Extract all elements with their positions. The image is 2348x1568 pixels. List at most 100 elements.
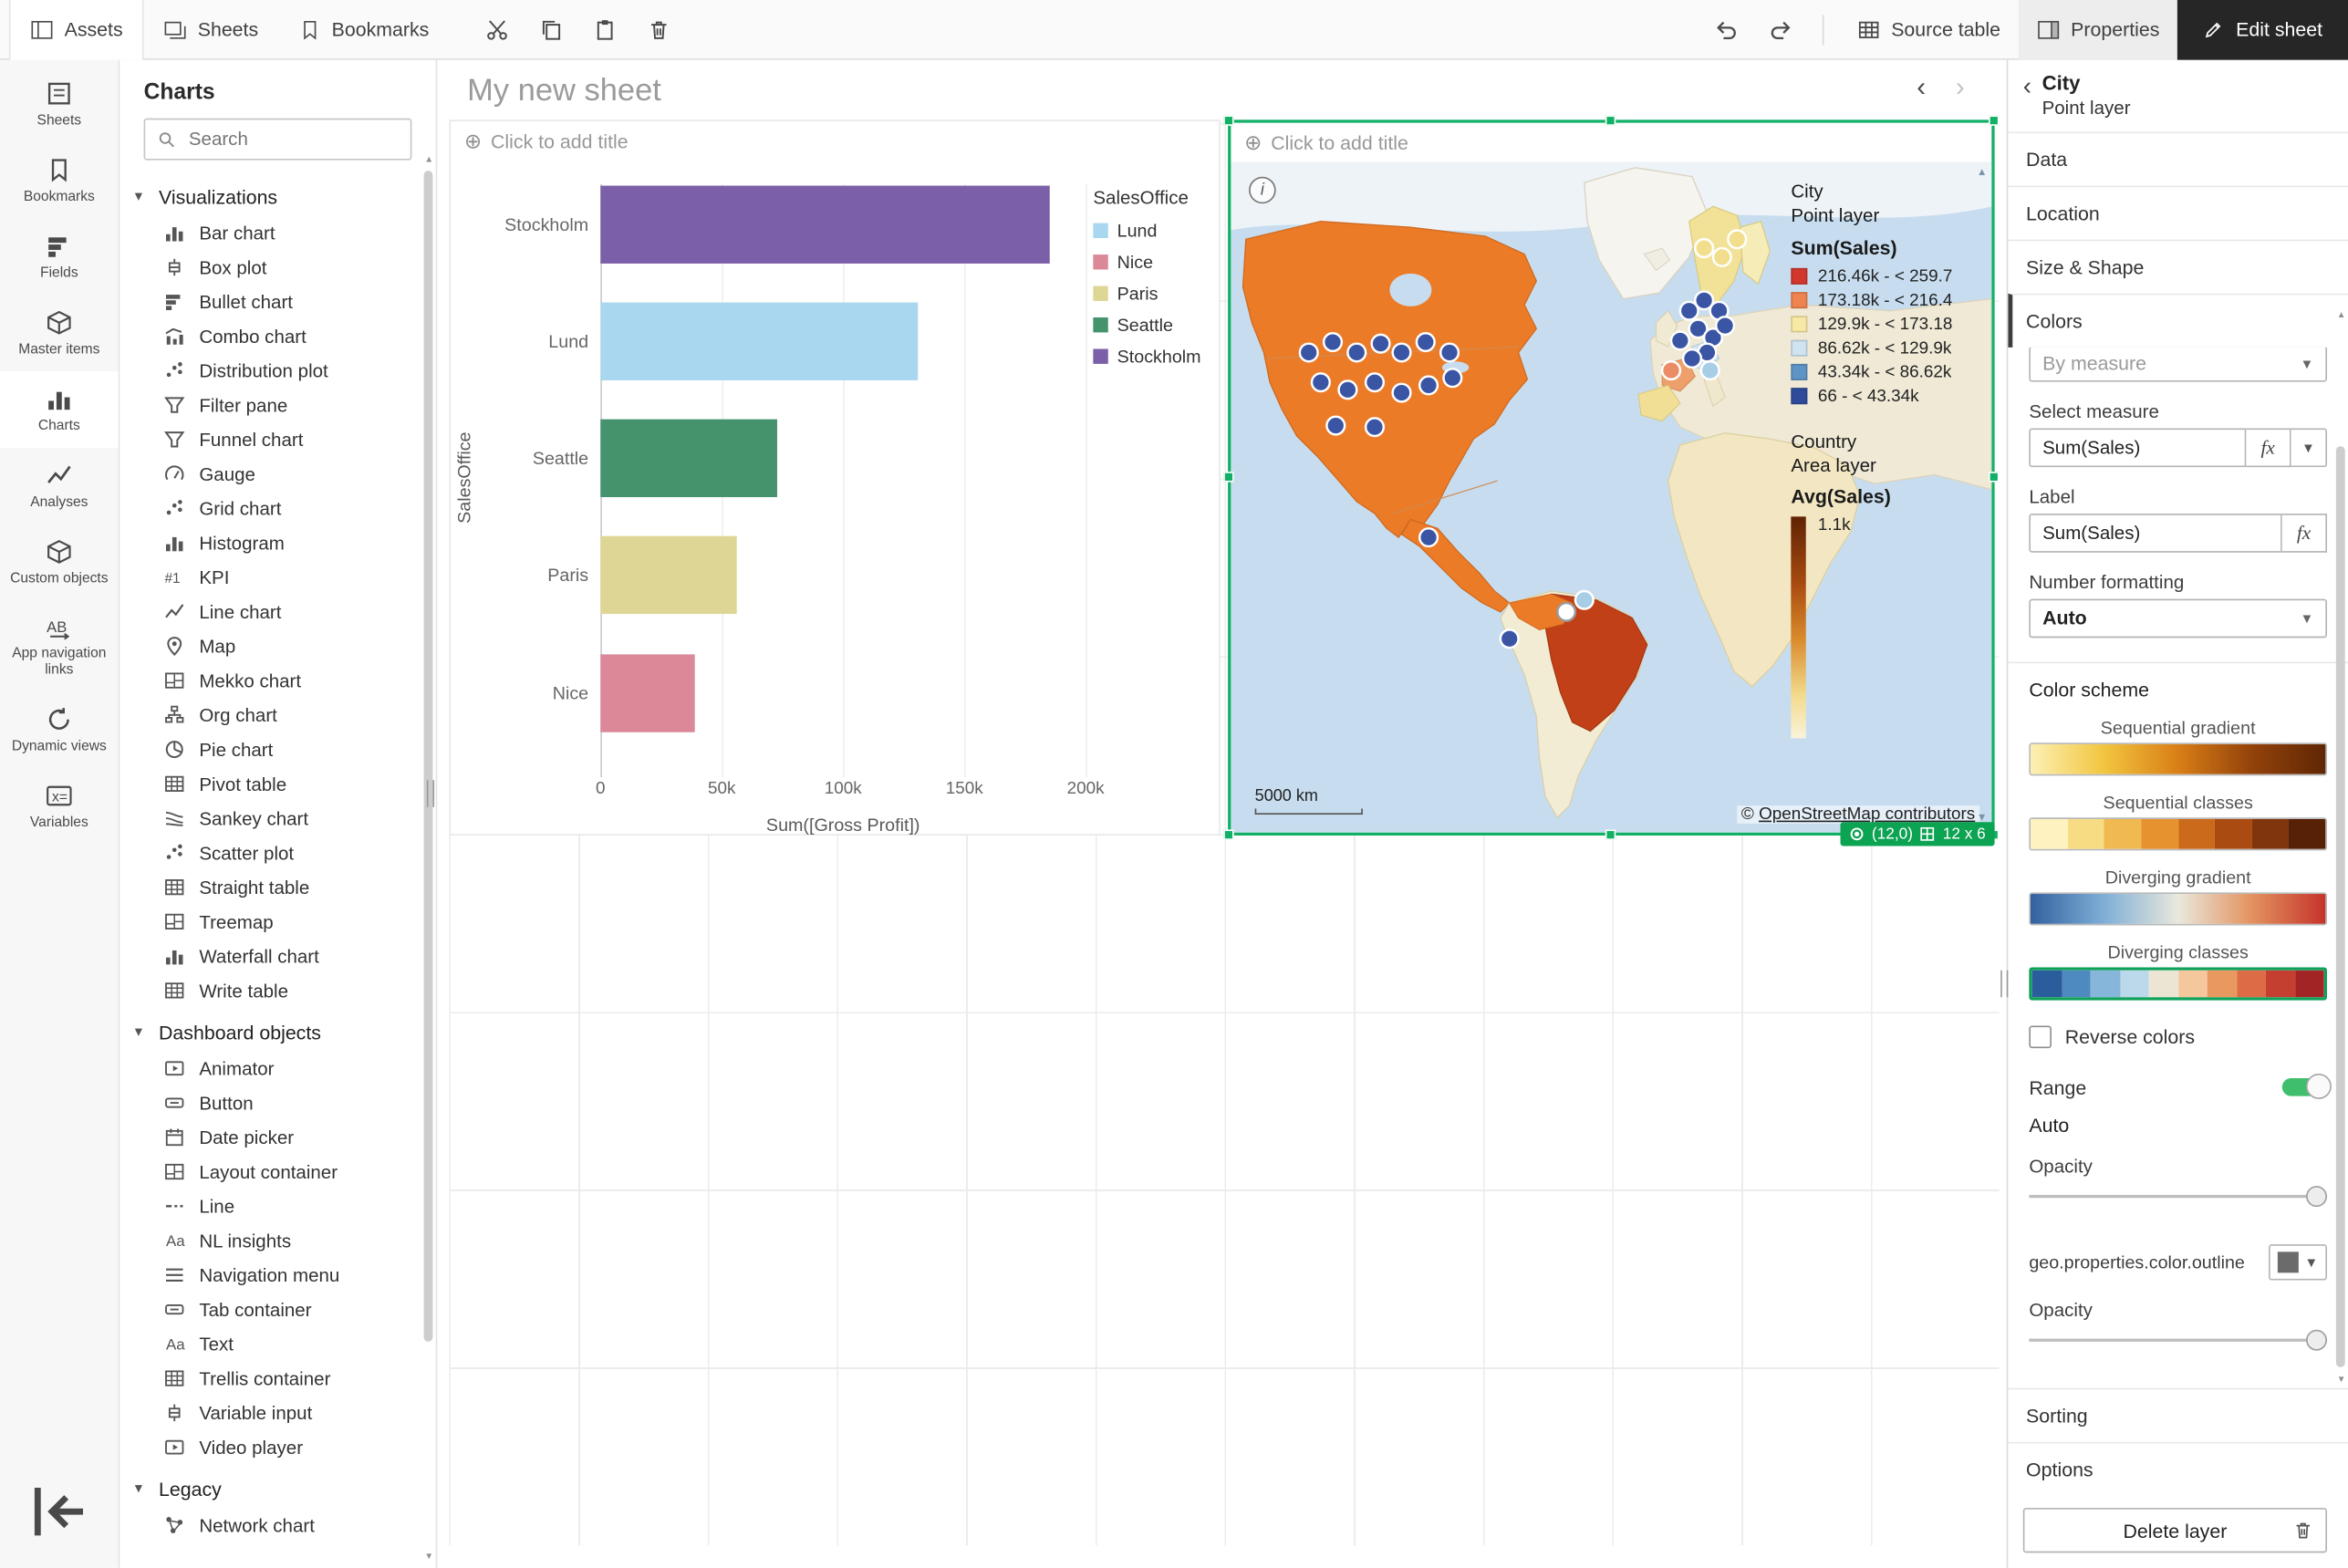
scheme-diverging-classes[interactable] [2029, 967, 2327, 1000]
asset-item-navigation-menu[interactable]: Navigation menu [119, 1258, 435, 1293]
asset-item-combo-chart[interactable]: Combo chart [119, 319, 435, 354]
asset-item-variable-input[interactable]: Variable input [119, 1396, 435, 1430]
section-data[interactable]: Data [2008, 131, 2348, 185]
rail-item-dynamic-views[interactable]: Dynamic views [0, 692, 119, 769]
cut-button[interactable] [474, 6, 519, 51]
asset-item-bullet-chart[interactable]: Bullet chart [119, 285, 435, 319]
asset-item-waterfall-chart[interactable]: Waterfall chart [119, 939, 435, 973]
bar-legend-item-paris[interactable]: Paris [1093, 283, 1219, 304]
asset-item-distribution-plot[interactable]: Distribution plot [119, 353, 435, 388]
asset-item-button[interactable]: Button [119, 1085, 435, 1120]
asset-item-date-picker[interactable]: Date picker [119, 1120, 435, 1155]
bar-legend-item-stockholm[interactable]: Stockholm [1093, 346, 1219, 367]
asset-item-line[interactable]: Line [119, 1189, 435, 1223]
range-toggle[interactable] [2282, 1078, 2327, 1096]
resize-handle-nw[interactable] [1223, 115, 1233, 125]
bar-chart-object[interactable]: ⊕ Click to add title SalesOffice050k100k… [449, 119, 1220, 836]
asset-item-filter-pane[interactable]: Filter pane [119, 388, 435, 422]
map-chart-object[interactable]: ⊕ Click to add title [1228, 119, 1994, 836]
asset-item-layout-container[interactable]: Layout container [119, 1155, 435, 1189]
resize-handle-s[interactable] [1605, 829, 1616, 839]
bar-nice[interactable] [600, 654, 694, 732]
asset-item-straight-table[interactable]: Straight table [119, 870, 435, 905]
bar-legend-item-seattle[interactable]: Seattle [1093, 315, 1219, 336]
collapse-rail-button[interactable] [0, 1456, 119, 1568]
asset-item-histogram[interactable]: Histogram [119, 525, 435, 560]
scroll-up-icon[interactable]: ▲ [2334, 311, 2348, 320]
info-icon[interactable]: i [1249, 177, 1276, 204]
number-formatting-dropdown[interactable]: Auto ▼ [2029, 598, 2327, 638]
outline-opacity-slider[interactable] [2029, 1327, 2327, 1351]
tab-sheets[interactable]: Sheets [144, 0, 278, 59]
section-size-shape[interactable]: Size & Shape [2008, 239, 2348, 293]
bar-legend-item-nice[interactable]: Nice [1093, 252, 1219, 273]
rail-item-sheets[interactable]: Sheets [0, 66, 119, 142]
asset-item-org-chart[interactable]: Org chart [119, 698, 435, 732]
asset-item-gauge[interactable]: Gauge [119, 457, 435, 492]
map-scroll-up-icon[interactable]: ▲ [1977, 168, 1987, 178]
resize-handle-w[interactable] [1223, 472, 1233, 482]
attribution-link[interactable]: OpenStreetMap contributors [1759, 805, 1975, 824]
bar-chart-title-placeholder[interactable]: ⊕ Click to add title [464, 129, 629, 154]
resize-handle-n[interactable] [1605, 115, 1616, 125]
search-input[interactable] [186, 128, 399, 151]
asset-section-legacy[interactable]: ▾Legacy [119, 1464, 435, 1508]
asset-item-bar-chart[interactable]: Bar chart [119, 215, 435, 250]
bar-lund[interactable] [600, 303, 918, 380]
reverse-colors-row[interactable]: Reverse colors [2029, 1025, 2327, 1048]
asset-item-sankey-chart[interactable]: Sankey chart [119, 801, 435, 836]
source-table-button[interactable]: Source table [1839, 0, 2019, 59]
properties-button[interactable]: Properties [2019, 0, 2177, 59]
rail-item-bookmarks[interactable]: Bookmarks [0, 142, 119, 219]
rail-item-variables[interactable]: x=Variables [0, 768, 119, 845]
sheet-canvas[interactable]: My new sheet ‹ › ⊕ Click to add title Sa… [437, 60, 2006, 1568]
asset-item-grid-chart[interactable]: Grid chart [119, 491, 435, 525]
copy-button[interactable] [528, 6, 573, 51]
asset-item-map[interactable]: Map [119, 628, 435, 663]
asset-section-dashboard-objects[interactable]: ▾Dashboard objects [119, 1008, 435, 1052]
resize-handle-e[interactable] [1989, 472, 1999, 482]
assets-scrollbar[interactable]: ▲ ▼ [422, 156, 436, 1562]
section-colors[interactable]: Colors [2008, 293, 2348, 347]
reverse-colors-checkbox[interactable] [2029, 1025, 2052, 1048]
map-area[interactable]: i CityPoint layerSum(Sales)216.46k - < 2… [1231, 161, 1991, 832]
asset-item-box-plot[interactable]: Box plot [119, 250, 435, 285]
slider-handle[interactable] [2306, 1185, 2327, 1206]
scheme-sequential-classes[interactable] [2029, 816, 2327, 849]
fx-button[interactable]: fx [2282, 513, 2327, 552]
asset-item-kpi[interactable]: #1KPI [119, 560, 435, 595]
rail-item-fields[interactable]: Fields [0, 218, 119, 295]
asset-item-scatter-plot[interactable]: Scatter plot [119, 836, 435, 870]
bar-paris[interactable] [600, 536, 736, 614]
section-location[interactable]: Location [2008, 185, 2348, 239]
delete-button[interactable] [636, 6, 681, 51]
asset-item-mekko-chart[interactable]: Mekko chart [119, 663, 435, 698]
delete-layer-button[interactable]: Delete layer [2023, 1508, 2327, 1552]
asset-item-animator[interactable]: Animator [119, 1051, 435, 1085]
scheme-diverging-gradient[interactable] [2029, 892, 2327, 925]
tab-bookmarks[interactable]: Bookmarks [278, 0, 449, 59]
tab-assets[interactable]: Assets [9, 0, 144, 59]
rail-item-analyses[interactable]: Analyses [0, 447, 119, 524]
resize-handle-ne[interactable] [1989, 115, 1999, 125]
select-measure-input[interactable] [2029, 428, 2246, 467]
edit-sheet-button[interactable]: Edit sheet [2177, 0, 2348, 59]
bar-stockholm[interactable] [600, 186, 1049, 264]
bar-legend-item-lund[interactable]: Lund [1093, 220, 1219, 241]
next-sheet-icon[interactable]: › [1956, 72, 1965, 103]
asset-item-write-table[interactable]: Write table [119, 973, 435, 1008]
asset-item-network-chart[interactable]: Network chart [119, 1508, 435, 1542]
scroll-down-icon[interactable]: ▼ [422, 1552, 436, 1562]
scheme-sequential-gradient[interactable] [2029, 742, 2327, 774]
rail-item-master-items[interactable]: Master items [0, 295, 119, 371]
opacity-slider[interactable] [2029, 1184, 2327, 1208]
asset-item-line-chart[interactable]: Line chart [119, 595, 435, 629]
fx-button[interactable]: fx [2246, 428, 2291, 467]
asset-item-pie-chart[interactable]: Pie chart [119, 732, 435, 767]
asset-item-pivot-table[interactable]: Pivot table [119, 766, 435, 801]
asset-search[interactable] [144, 119, 412, 161]
measure-dropdown-button[interactable]: ▼ [2291, 428, 2327, 467]
section-sorting[interactable]: Sorting [2008, 1388, 2348, 1442]
properties-scrollbar[interactable]: ▲ ▼ [2334, 311, 2348, 1385]
asset-item-text[interactable]: AaText [119, 1326, 435, 1361]
